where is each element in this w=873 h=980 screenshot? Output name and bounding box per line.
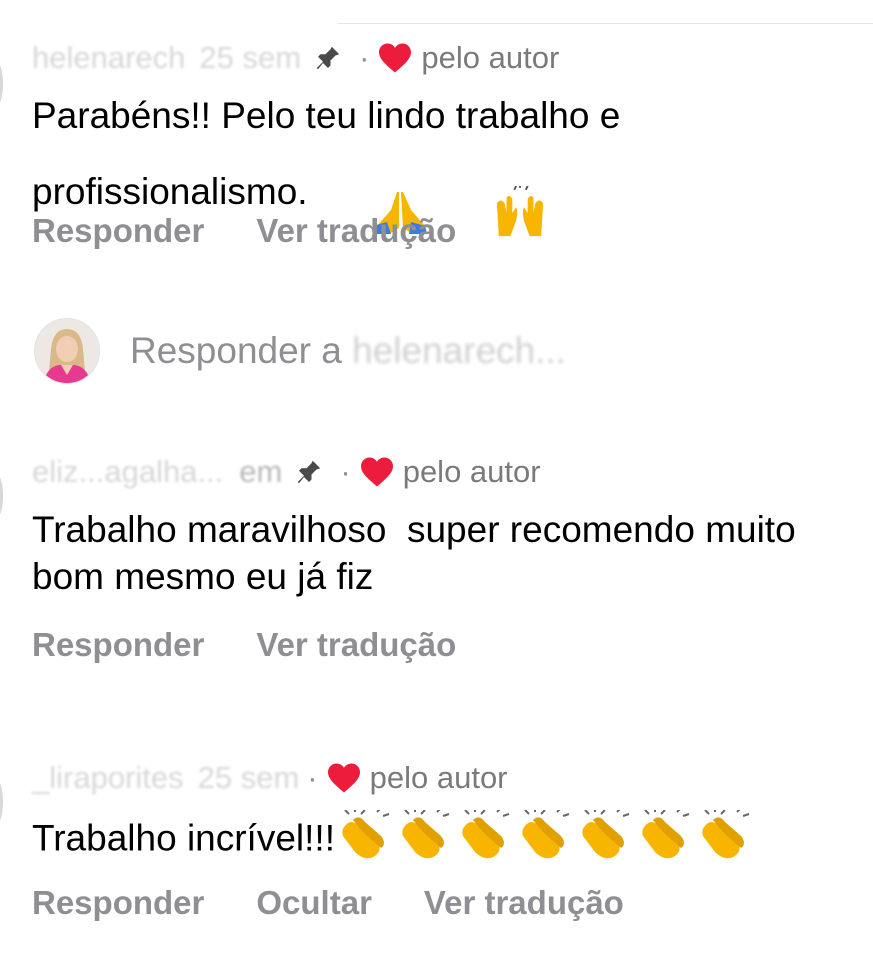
liked-by-author-label: pelo autor: [421, 40, 560, 75]
comment-text-content: Trabalho incrível!!!: [32, 817, 335, 859]
see-translation-button[interactable]: Ver tradução: [256, 626, 456, 664]
pin-icon: [316, 46, 340, 70]
clapping-hands-emoji: [337, 807, 393, 871]
comment-meta: helenarech 25 sem · pelo autor: [32, 38, 559, 78]
clapping-hands-emoji: [517, 807, 573, 871]
comment-meta: _liraporites 25 sem · pelo autor: [32, 758, 508, 798]
top-divider: [338, 23, 873, 24]
comment-text: Trabalho maravilhoso super recomendo mui…: [32, 509, 806, 597]
username[interactable]: helenarech: [32, 40, 185, 76]
comment-text: Trabalho incrível!!!: [32, 807, 852, 871]
timestamp: 25 sem: [199, 40, 302, 75]
avatar[interactable]: [0, 62, 3, 106]
clapping-hands-emoji: [637, 807, 693, 871]
liked-by-author-label: pelo autor: [402, 454, 541, 489]
reply-placeholder-username: helenarech...: [352, 330, 567, 371]
reply-composer[interactable]: Responder a helenarech...: [34, 318, 566, 384]
current-user-avatar: [34, 318, 100, 384]
liked-by-author-label: pelo autor: [369, 760, 508, 795]
hide-button[interactable]: Ocultar: [256, 884, 372, 922]
username[interactable]: eliz...agalha...: [32, 454, 223, 490]
clapping-hands-emoji: [457, 807, 513, 871]
comment-meta: eliz...agalha... em · pelo autor: [32, 452, 541, 492]
reply-placeholder: Responder a: [130, 330, 342, 371]
separator-dot: ·: [359, 40, 370, 75]
clapping-hands-emoji: [577, 807, 633, 871]
timestamp: 25 sem: [197, 760, 300, 795]
pin-icon: [298, 460, 321, 484]
username[interactable]: _liraporites: [32, 760, 184, 796]
reply-button[interactable]: Responder: [32, 884, 204, 922]
reply-button[interactable]: Responder: [32, 212, 204, 250]
comment-actions: Responder Ver tradução: [32, 212, 508, 250]
timestamp: em: [239, 454, 283, 489]
see-translation-button[interactable]: Ver tradução: [424, 884, 624, 922]
separator-dot: ·: [340, 454, 351, 489]
clapping-hands-emoji-group: [335, 807, 753, 859]
heart-icon: [379, 43, 412, 73]
comment-actions: Responder Ver tradução: [32, 626, 508, 664]
separator-dot: ·: [307, 760, 318, 795]
clapping-hands-emoji: [397, 807, 453, 871]
avatar[interactable]: [0, 780, 3, 824]
clapping-hands-emoji: [697, 807, 753, 871]
heart-icon: [360, 457, 393, 487]
avatar[interactable]: [0, 474, 3, 518]
reply-button[interactable]: Responder: [32, 626, 204, 664]
reply-input[interactable]: Responder a helenarech...: [130, 330, 566, 372]
see-translation-button[interactable]: Ver tradução: [256, 212, 456, 250]
comment-actions: Responder Ocultar Ver tradução: [32, 884, 676, 922]
heart-icon: [327, 763, 360, 793]
